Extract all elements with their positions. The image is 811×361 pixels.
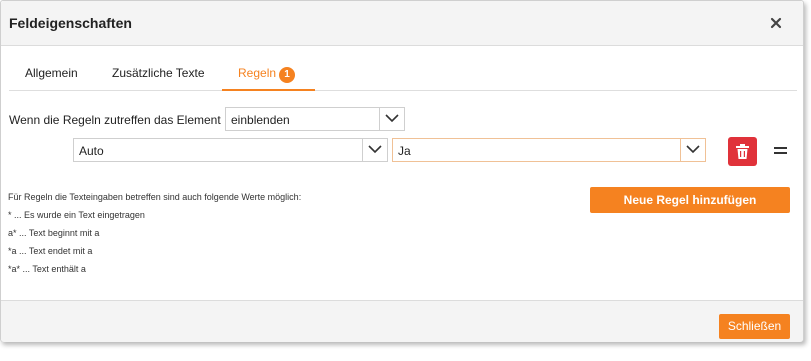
help-line: *a ... Text endet mit a <box>8 246 93 256</box>
delete-rule-button[interactable] <box>728 137 757 166</box>
close-icon[interactable] <box>767 14 785 32</box>
rule-condition-value: Ja <box>398 144 411 158</box>
chevron-down-icon[interactable] <box>379 108 404 130</box>
tab-zusaetzliche-texte[interactable]: Zusätzliche Texte <box>112 59 205 91</box>
help-text: Für Regeln die Texteingaben betreffen si… <box>8 191 301 281</box>
chevron-down-icon[interactable] <box>362 139 387 161</box>
drag-handle-icon[interactable] <box>774 147 787 157</box>
help-line: * ... Es wurde ein Text eingetragen <box>8 210 145 220</box>
rule-condition-select[interactable]: Ja <box>392 138 706 162</box>
rule-field-value: Auto <box>79 144 104 158</box>
dialog-title: Feldeigenschaften <box>9 15 132 31</box>
add-rule-button[interactable]: Neue Regel hinzufügen <box>590 187 790 213</box>
tab-regeln-label: Regeln <box>238 66 277 80</box>
rule-count-badge: 1 <box>279 67 296 83</box>
chevron-down-icon[interactable] <box>680 139 705 161</box>
field-properties-dialog: Feldeigenschaften Allgemein Zusätzliche … <box>0 0 804 342</box>
tab-regeln[interactable]: Regeln 1 <box>222 59 315 91</box>
dialog-footer: Schließen <box>1 300 803 342</box>
action-select-value: einblenden <box>231 113 290 127</box>
help-line: *a* ... Text enthält a <box>8 264 86 274</box>
trash-icon <box>736 144 749 159</box>
rule-intro-label: Wenn die Regeln zutreffen das Element <box>9 113 221 127</box>
action-select[interactable]: einblenden <box>225 107 405 131</box>
rule-field-select[interactable]: Auto <box>73 138 388 162</box>
tab-allgemein[interactable]: Allgemein <box>25 59 78 91</box>
help-line: Für Regeln die Texteingaben betreffen si… <box>8 192 302 202</box>
close-button[interactable]: Schließen <box>719 314 790 339</box>
dialog-header: Feldeigenschaften <box>1 1 803 46</box>
tab-bar: Allgemein Zusätzliche Texte Regeln 1 <box>9 59 797 91</box>
help-line: a* ... Text beginnt mit a <box>8 228 100 238</box>
